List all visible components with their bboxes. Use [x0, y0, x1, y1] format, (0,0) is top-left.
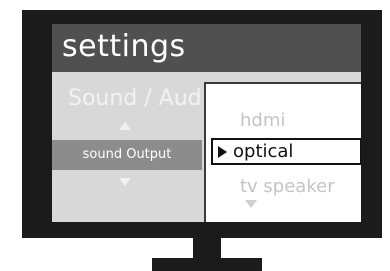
- option-optical-label: optical: [233, 141, 294, 162]
- tv-screen: settings Sound / Aud sound Output hdmi o…: [52, 24, 361, 222]
- chevron-down-icon[interactable]: [119, 178, 131, 186]
- stand-base: [152, 258, 262, 271]
- output-dropdown: hdmi optical tv speaker: [204, 82, 361, 222]
- stand-neck: [193, 238, 221, 260]
- option-tv-speaker[interactable]: tv speaker: [240, 176, 335, 198]
- page-title: settings: [62, 29, 186, 64]
- section-label: Sound / Aud: [68, 86, 202, 111]
- chevron-up-icon[interactable]: [119, 122, 131, 130]
- option-optical[interactable]: optical: [211, 138, 361, 165]
- scroll-down-icon[interactable]: [245, 200, 257, 208]
- title-bar: settings: [52, 24, 361, 72]
- tv-illustration: settings Sound / Aud sound Output hdmi o…: [0, 0, 390, 271]
- option-hdmi[interactable]: hdmi: [240, 110, 285, 132]
- play-caret-icon: [218, 146, 227, 158]
- setting-item-sound-output[interactable]: sound Output: [52, 140, 202, 170]
